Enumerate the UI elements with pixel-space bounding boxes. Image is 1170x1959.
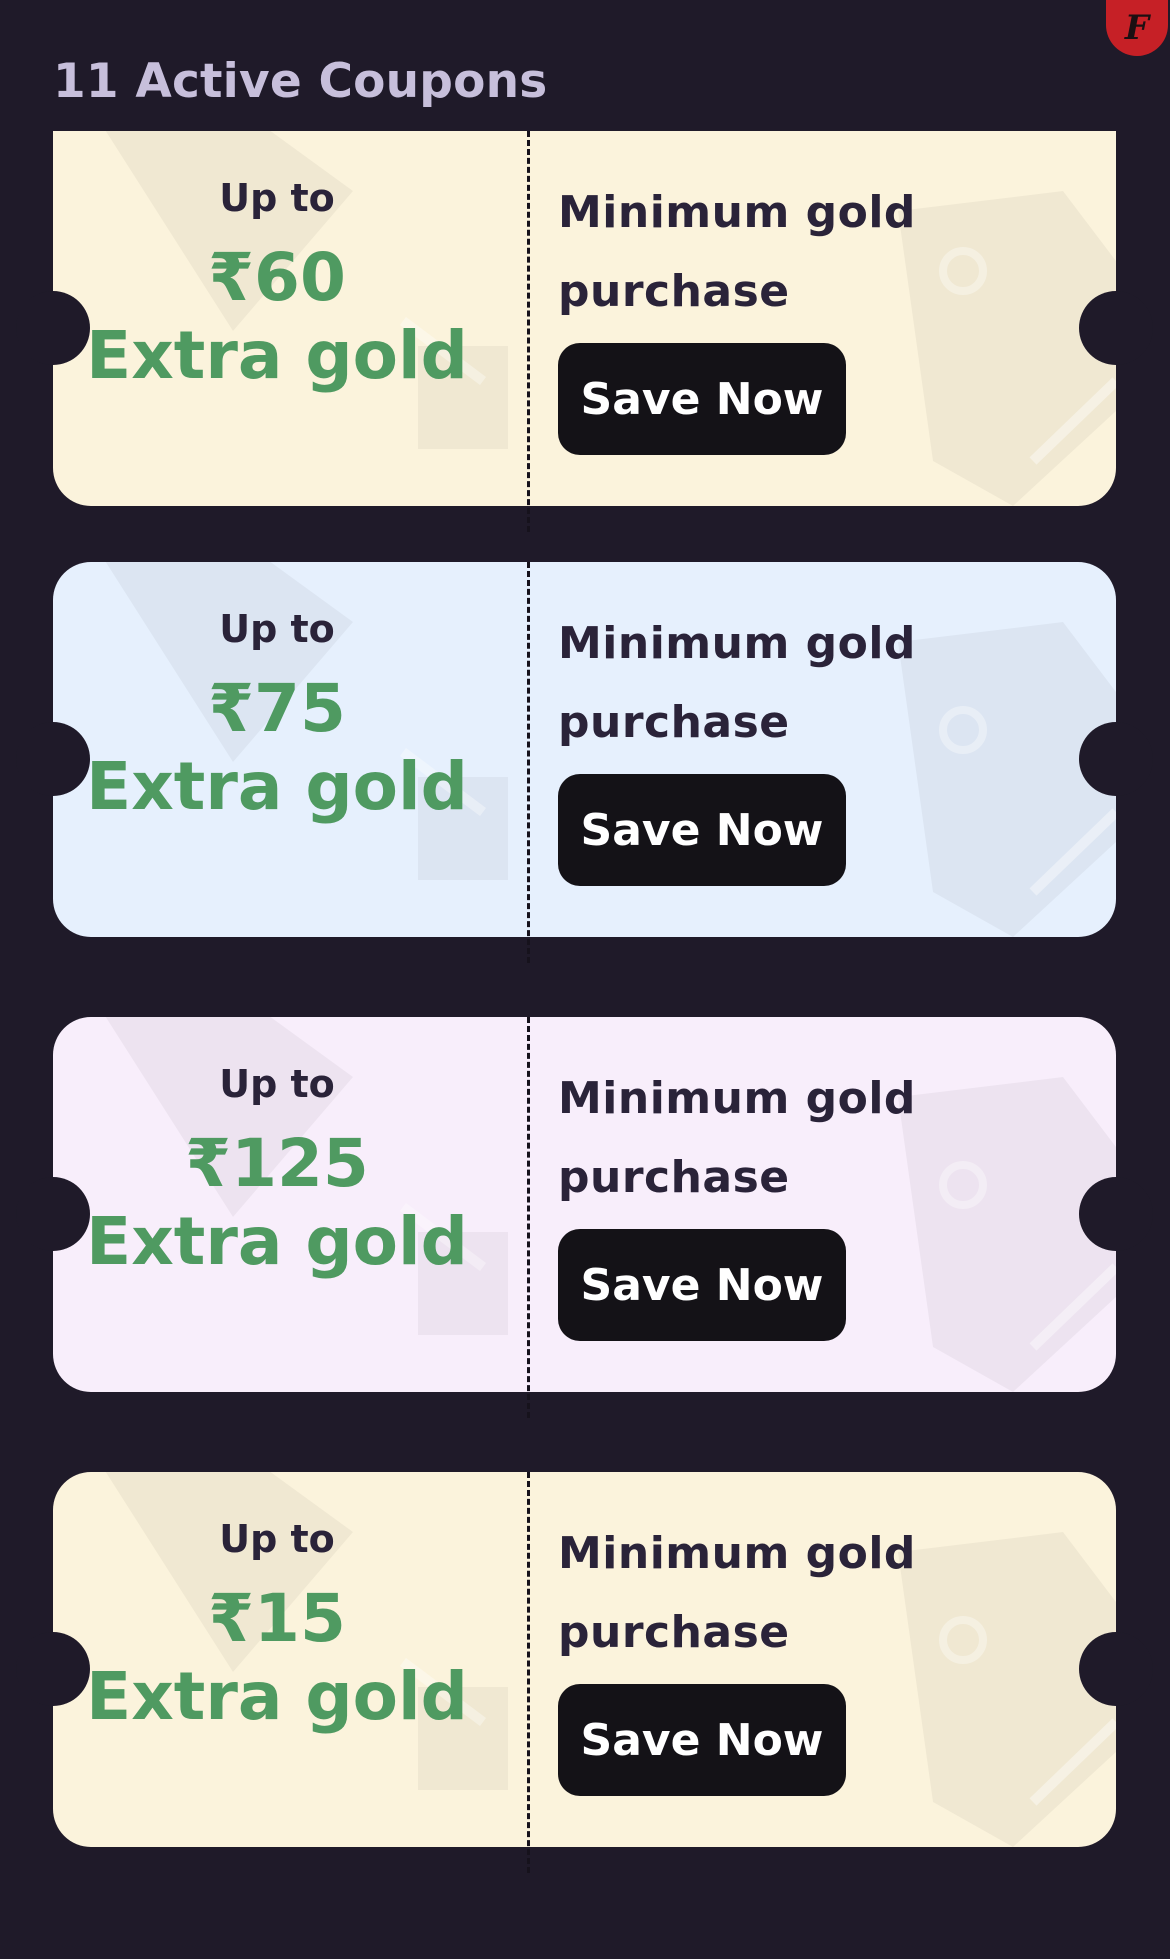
- brand-badge-icon[interactable]: F: [1106, 0, 1168, 56]
- perforation-divider: [527, 131, 530, 532]
- perforation-divider: [527, 1017, 530, 1418]
- coupon-amount: ₹75: [208, 670, 346, 747]
- coupon-amount: ₹15: [208, 1580, 346, 1657]
- coupon-offer: Up to ₹15 Extra gold: [53, 1472, 501, 1847]
- ticket-notch-right: [1079, 291, 1153, 365]
- reward-label: Extra gold: [86, 1658, 468, 1735]
- minimum-purchase-label: Minimum gold purchase: [558, 1528, 916, 1658]
- upto-label: Up to: [219, 1062, 335, 1106]
- ticket-notch-right: [1079, 1632, 1153, 1706]
- upto-label: Up to: [219, 607, 335, 651]
- ticket-notch-right: [1079, 1177, 1153, 1251]
- minimum-purchase-label: Minimum gold purchase: [558, 1073, 916, 1203]
- coupon-offer: Up to ₹75 Extra gold: [53, 562, 501, 937]
- save-now-button[interactable]: Save Now: [558, 774, 846, 886]
- upto-label: Up to: [219, 1517, 335, 1561]
- minimum-purchase-label: Minimum gold purchase: [558, 187, 916, 317]
- save-now-button[interactable]: Save Now: [558, 1684, 846, 1796]
- coupon-card: Up to ₹60 Extra gold Minimum gold purcha…: [16, 131, 1153, 532]
- reward-label: Extra gold: [86, 748, 468, 825]
- brand-badge-letter: F: [1124, 8, 1150, 48]
- perforation-divider: [527, 1472, 530, 1873]
- save-now-button[interactable]: Save Now: [558, 1229, 846, 1341]
- coupon-card: Up to ₹15 Extra gold Minimum gold purcha…: [16, 1472, 1153, 1873]
- coupon-offer: Up to ₹125 Extra gold: [53, 1017, 501, 1392]
- perforation-divider: [527, 562, 530, 963]
- coupon-card: Up to ₹125 Extra gold Minimum gold purch…: [16, 1017, 1153, 1418]
- minimum-purchase-label: Minimum gold purchase: [558, 618, 916, 748]
- reward-label: Extra gold: [86, 317, 468, 394]
- coupon-offer: Up to ₹60 Extra gold: [53, 131, 501, 506]
- page-title: 11 Active Coupons: [53, 54, 548, 109]
- upto-label: Up to: [219, 176, 335, 220]
- coupon-amount: ₹60: [208, 239, 346, 316]
- coupon-card: Up to ₹75 Extra gold Minimum gold purcha…: [16, 562, 1153, 963]
- ticket-notch-right: [1079, 722, 1153, 796]
- coupon-amount: ₹125: [185, 1125, 369, 1202]
- save-now-button[interactable]: Save Now: [558, 343, 846, 455]
- reward-label: Extra gold: [86, 1203, 468, 1280]
